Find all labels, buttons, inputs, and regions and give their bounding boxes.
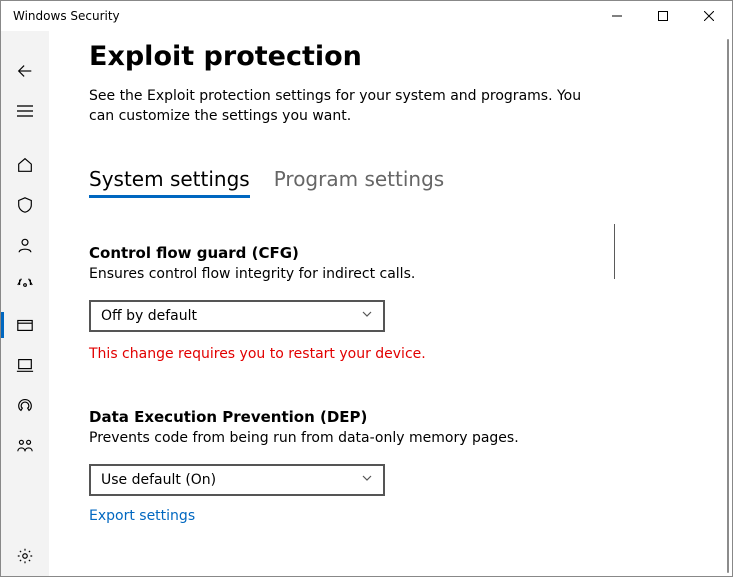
nav-family-options[interactable] [1,425,49,465]
chevron-down-icon [361,472,373,488]
page-title: Exploit protection [89,41,692,72]
setting-cfg-dropdown[interactable]: Off by default [89,300,385,332]
nav-app-browser-control[interactable] [1,305,49,345]
chevron-down-icon [361,308,373,324]
minimize-button[interactable] [594,1,640,31]
setting-cfg-warning: This change requires you to restart your… [89,346,589,362]
menu-button[interactable] [1,91,49,131]
window-title: Windows Security [13,9,120,23]
setting-cfg-value: Off by default [101,308,197,324]
nav-virus-protection[interactable] [1,185,49,225]
section-divider [614,224,615,279]
content-area: Exploit protection See the Exploit prote… [49,31,732,576]
nav-account-protection[interactable] [1,225,49,265]
setting-dep-title: Data Execution Prevention (DEP) [89,408,589,426]
setting-dep-dropdown[interactable]: Use default (On) [89,464,385,496]
setting-cfg: Control flow guard (CFG) Ensures control… [89,244,589,362]
export-settings-link[interactable]: Export settings [89,508,589,524]
sidebar [1,31,49,576]
tabs: System settings Program settings [89,167,692,198]
nav-device-performance[interactable] [1,385,49,425]
nav-home[interactable] [1,145,49,185]
page-description: See the Exploit protection settings for … [89,86,589,127]
setting-dep-value: Use default (On) [101,472,216,488]
nav-device-security[interactable] [1,345,49,385]
back-button[interactable] [1,51,49,91]
maximize-button[interactable] [640,1,686,31]
setting-dep: Data Execution Prevention (DEP) Prevents… [89,408,589,524]
tab-program-settings[interactable]: Program settings [274,167,445,198]
nav-firewall[interactable] [1,265,49,305]
setting-dep-description: Prevents code from being run from data-o… [89,430,589,446]
vertical-scrollbar[interactable] [727,39,729,573]
nav-settings[interactable] [1,536,49,576]
close-button[interactable] [686,1,732,31]
setting-cfg-description: Ensures control flow integrity for indir… [89,266,589,282]
setting-cfg-title: Control flow guard (CFG) [89,244,589,262]
tab-system-settings[interactable]: System settings [89,167,250,198]
title-bar: Windows Security [1,1,732,31]
